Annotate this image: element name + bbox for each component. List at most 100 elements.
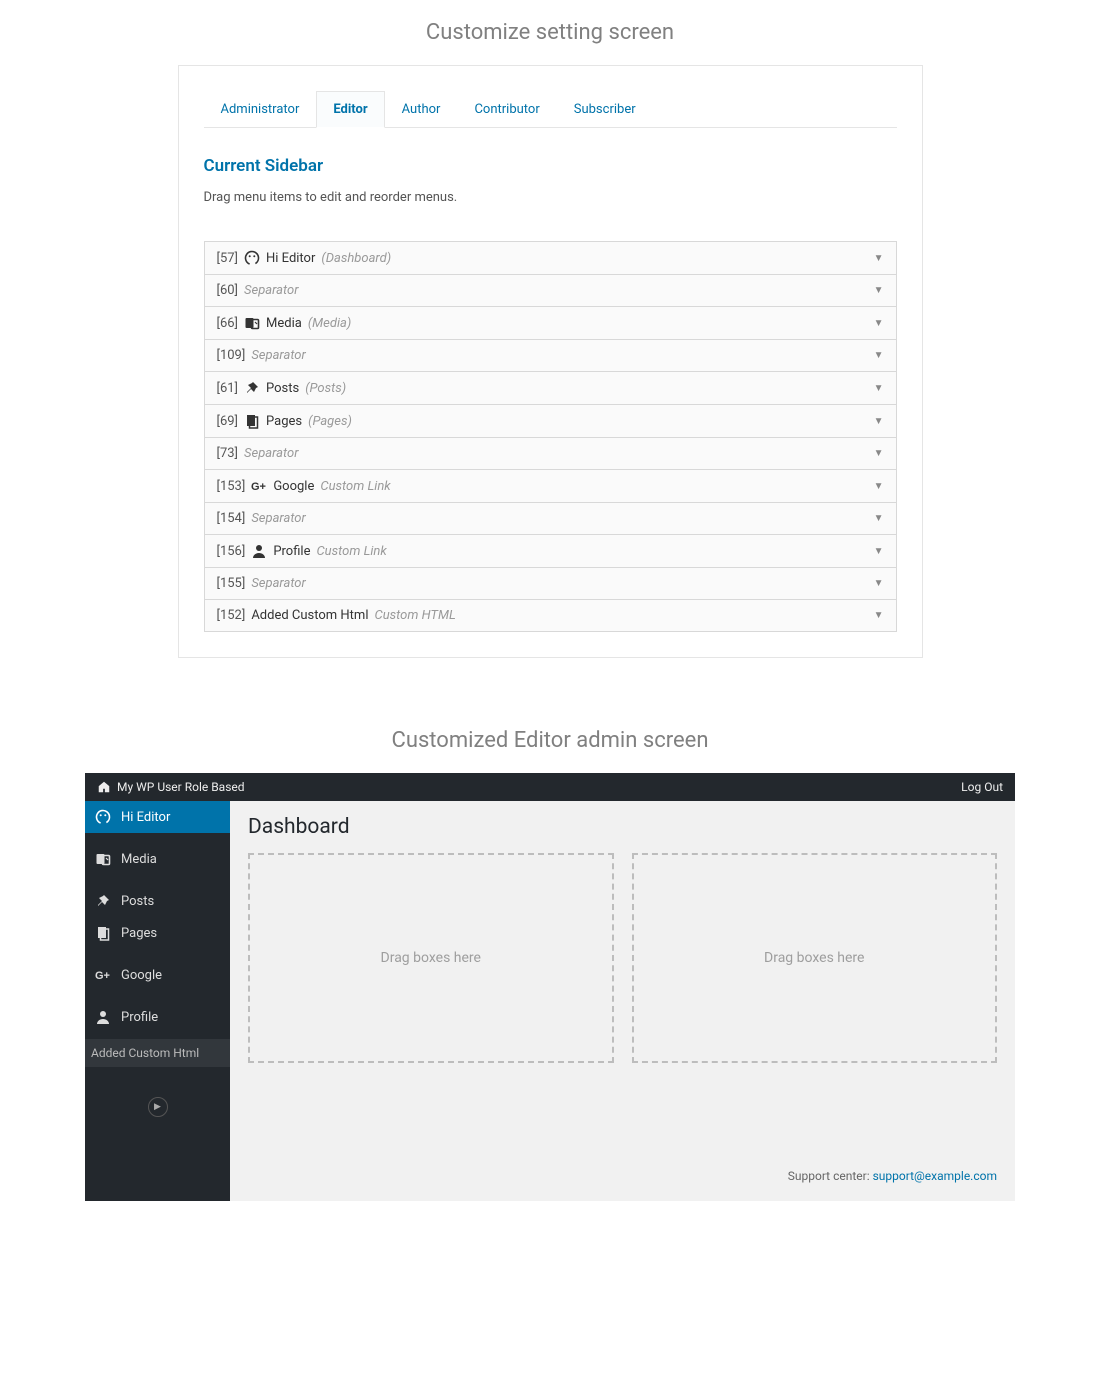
support-prefix: Support center:	[788, 1169, 873, 1183]
collapse-sidebar-button[interactable]: ▶	[85, 1097, 230, 1117]
topbar-site-link[interactable]: My WP User Role Based	[117, 780, 245, 794]
chevron-down-icon[interactable]: ▼	[874, 253, 884, 264]
support-footer: Support center: support@example.com	[248, 1069, 997, 1183]
tab-contributor[interactable]: Contributor	[457, 91, 556, 128]
menu-row[interactable]: [155] Separator ▼	[205, 568, 896, 600]
menu-row[interactable]: [154] Separator▼	[205, 503, 896, 535]
pages-icon	[95, 925, 111, 941]
menu-meta: Separator	[251, 348, 305, 363]
menu-row[interactable]: [156] Profile Custom Link ▼	[205, 535, 896, 568]
menu-row[interactable]: [57] Hi Editor (Dashboard) ▼	[205, 242, 896, 275]
chevron-down-icon[interactable]: ▼	[874, 578, 884, 589]
menu-meta: Custom Link	[320, 479, 390, 494]
sidebar-item-posts[interactable]: Posts	[85, 885, 230, 917]
role-tabs: AdministratorEditorAuthorContributorSubs…	[204, 91, 897, 128]
sidebar-item-label: Posts	[121, 894, 154, 909]
menu-id: [60]	[217, 283, 239, 298]
smile-icon	[95, 809, 111, 825]
pages-icon	[244, 413, 260, 429]
menu-meta: Separator	[244, 446, 298, 461]
menu-meta: Separator	[244, 283, 298, 298]
support-email-link[interactable]: support@example.com	[873, 1169, 997, 1183]
menu-row[interactable]: [60] Separator ▼	[205, 275, 896, 307]
menu-meta: Separator	[251, 511, 305, 526]
menu-label: Media	[266, 316, 302, 331]
user-icon	[95, 1009, 111, 1025]
menu-id: [153]	[217, 479, 246, 494]
chevron-down-icon[interactable]: ▼	[874, 318, 884, 329]
menu-label: Hi Editor	[266, 251, 315, 266]
sidebar-item-hi-editor[interactable]: Hi Editor	[85, 801, 230, 833]
tab-author[interactable]: Author	[385, 91, 458, 128]
dashboard-dropzone-left[interactable]: Drag boxes here	[248, 853, 614, 1063]
admin-sidebar: Hi Editor Media Posts Pages Google Profile Add…	[85, 801, 230, 1201]
chevron-down-icon[interactable]: ▼	[874, 448, 884, 459]
admin-content: Dashboard Drag boxes here Drag boxes her…	[230, 801, 1015, 1201]
menu-row[interactable]: [109] Separator▼	[205, 340, 896, 372]
menu-row[interactable]: [69] Pages (Pages)▼	[205, 405, 896, 438]
menu-id: [69]	[217, 414, 239, 429]
smile-icon	[244, 250, 260, 266]
menu-label: Posts	[266, 381, 299, 396]
sidebar-item-label: Profile	[121, 1010, 158, 1025]
chevron-down-icon[interactable]: ▼	[874, 383, 884, 394]
current-sidebar-heading: Current Sidebar	[204, 156, 897, 176]
menu-id: [73]	[217, 446, 239, 461]
menu-id: [155]	[217, 576, 246, 591]
menu-item-list: [57] Hi Editor (Dashboard)▼[60] Separato…	[204, 241, 897, 632]
menu-meta: (Media)	[308, 316, 351, 331]
logout-link[interactable]: Log Out	[961, 780, 1003, 794]
sidebar-item-label: Added Custom Html	[91, 1046, 199, 1060]
menu-id: [156]	[217, 544, 246, 559]
chevron-down-icon[interactable]: ▼	[874, 513, 884, 524]
menu-row[interactable]: [66] Media (Media) ▼	[205, 307, 896, 340]
chevron-down-icon[interactable]: ▼	[874, 546, 884, 557]
sidebar-item-media[interactable]: Media	[85, 843, 230, 875]
sidebar-item-pages[interactable]: Pages	[85, 917, 230, 949]
menu-id: [57]	[217, 251, 239, 266]
tab-administrator[interactable]: Administrator	[204, 91, 317, 128]
sidebar-separator	[85, 833, 230, 843]
menu-row[interactable]: [152] Added Custom Html Custom HTML▼	[205, 600, 896, 631]
menu-row[interactable]: [153] Google Custom Link ▼	[205, 470, 896, 503]
page-title: Dashboard	[248, 815, 997, 839]
chevron-down-icon[interactable]: ▼	[874, 481, 884, 492]
section1-title: Customize setting screen	[0, 20, 1100, 45]
home-icon[interactable]	[97, 780, 111, 794]
menu-meta: (Pages)	[308, 414, 352, 429]
sidebar-item-added-custom-html[interactable]: Added Custom Html	[85, 1039, 230, 1067]
media-icon	[244, 315, 260, 331]
pin-icon	[95, 893, 111, 909]
tab-editor[interactable]: Editor	[316, 91, 384, 128]
menu-label: Profile	[273, 544, 310, 559]
menu-meta: Separator	[251, 576, 305, 591]
sidebar-item-profile[interactable]: Profile	[85, 1001, 230, 1033]
sidebar-separator	[85, 949, 230, 959]
tab-subscriber[interactable]: Subscriber	[557, 91, 653, 128]
menu-id: [66]	[217, 316, 239, 331]
sidebar-item-google[interactable]: Google	[85, 959, 230, 991]
sidebar-separator	[85, 875, 230, 885]
pin-icon	[244, 380, 260, 396]
gplus-icon	[251, 478, 267, 494]
chevron-down-icon[interactable]: ▼	[874, 350, 884, 361]
sidebar-item-label: Pages	[121, 926, 157, 941]
menu-meta: (Posts)	[305, 381, 346, 396]
menu-id: [61]	[217, 381, 239, 396]
menu-row[interactable]: [73] Separator ▼	[205, 438, 896, 470]
menu-label: Added Custom Html	[251, 608, 368, 623]
admin-shell: My WP User Role Based Log Out Hi Editor M…	[85, 773, 1015, 1201]
chevron-down-icon[interactable]: ▼	[874, 416, 884, 427]
menu-meta: Custom Link	[316, 544, 386, 559]
menu-meta: (Dashboard)	[321, 251, 391, 266]
sidebar-item-label: Hi Editor	[121, 810, 170, 825]
chevron-down-icon[interactable]: ▼	[874, 610, 884, 621]
dashboard-dropzone-right[interactable]: Drag boxes here	[632, 853, 998, 1063]
menu-row[interactable]: [61] Posts (Posts) ▼	[205, 372, 896, 405]
admin-topbar: My WP User Role Based Log Out	[85, 773, 1015, 801]
gplus-icon	[95, 967, 111, 983]
chevron-down-icon[interactable]: ▼	[874, 285, 884, 296]
current-sidebar-help: Drag menu items to edit and reorder menu…	[204, 190, 897, 205]
menu-label: Google	[273, 479, 314, 494]
section2-title: Customized Editor admin screen	[0, 728, 1100, 753]
